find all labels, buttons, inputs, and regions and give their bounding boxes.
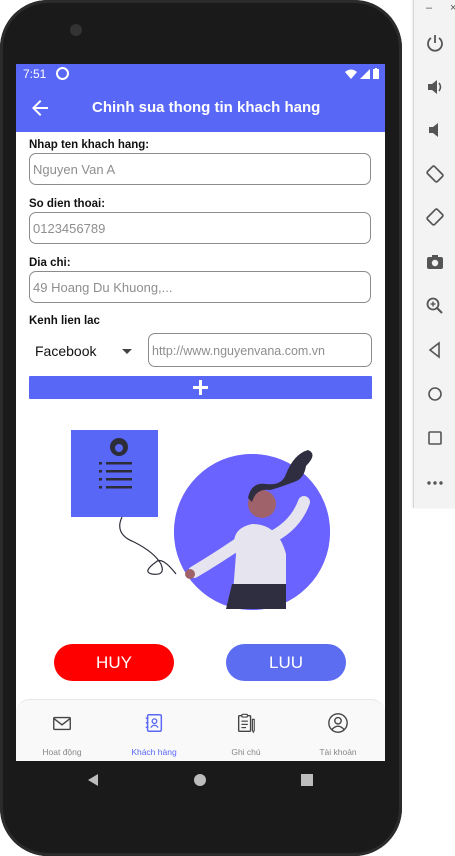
contact-illustration (71, 430, 330, 610)
data-saver-icon (56, 67, 69, 80)
page-title: Chinh sua thong tin khach hang (92, 99, 321, 116)
save-button[interactable]: LUU (226, 644, 346, 681)
url-field[interactable]: http://www.nguyenvana.com.vn (148, 333, 372, 367)
cancel-button[interactable]: HUY (54, 644, 174, 681)
address-label: Dia chi: (29, 257, 71, 269)
phone-field[interactable]: 0123456789 (29, 212, 371, 244)
channel-value: Facebook (35, 343, 97, 359)
nav-label-customers: Khách hàng (131, 747, 177, 757)
back-icon[interactable] (422, 337, 448, 363)
close-icon[interactable]: × (450, 2, 455, 14)
volume-up-icon[interactable] (422, 74, 448, 100)
nav-label-notes: Ghi chú (231, 747, 261, 757)
contact-book-icon (145, 714, 163, 732)
home-icon[interactable] (422, 381, 448, 407)
rotate-right-icon[interactable] (422, 204, 448, 230)
nav-item-account[interactable]: Tài khoản (292, 700, 384, 761)
overview-icon[interactable] (422, 425, 448, 451)
phone-frame: 7:51 Chinh sua thong tin khach hang Nhap… (0, 0, 402, 856)
bottom-navigation: Hoat động Khách hàng Ghi chú Tài khoản (16, 699, 385, 761)
clipboard-icon (237, 713, 255, 734)
app-screen: 7:51 Chinh sua thong tin khach hang Nhap… (16, 64, 385, 761)
contact-channel-label: Kenh lien lac (29, 315, 100, 327)
window-controls: – × (414, 2, 455, 18)
status-bar: 7:51 (16, 64, 385, 84)
system-home-icon[interactable] (193, 773, 207, 787)
signal-icon (360, 68, 370, 79)
name-label: Nhap ten khach hang: (29, 139, 150, 151)
status-time: 7:51 (23, 67, 47, 81)
minimize-icon[interactable]: – (426, 2, 432, 14)
status-icons (345, 68, 379, 79)
front-camera (70, 24, 82, 36)
app-bar: Chinh sua thong tin khach hang (16, 84, 385, 132)
system-recents-icon[interactable] (300, 773, 314, 787)
emulator-toolbar: – × (413, 0, 455, 508)
user-icon (328, 713, 348, 733)
chevron-down-icon (122, 349, 132, 354)
mail-icon (53, 716, 71, 731)
power-icon[interactable] (422, 30, 448, 56)
nav-label-account: Tài khoản (319, 747, 357, 757)
rotate-left-icon[interactable] (422, 161, 448, 187)
channel-dropdown[interactable]: Facebook (29, 336, 144, 364)
phone-label: So dien thoai: (29, 198, 106, 210)
nav-item-activity[interactable]: Hoat động (16, 700, 108, 761)
address-field[interactable]: 49 Hoang Du Khuong,... (29, 271, 371, 303)
battery-icon (373, 68, 379, 79)
nav-item-notes[interactable]: Ghi chú (200, 700, 292, 761)
system-navigation-bar (16, 761, 385, 801)
nav-item-customers[interactable]: Khách hàng (108, 700, 200, 761)
wifi-icon (345, 69, 357, 79)
nav-label-activity: Hoat động (42, 747, 82, 757)
system-back-icon[interactable] (86, 773, 100, 787)
add-contact-button[interactable] (29, 376, 372, 399)
camera-icon[interactable] (422, 249, 448, 275)
arrow-back-icon[interactable] (28, 96, 52, 120)
zoom-icon[interactable] (422, 293, 448, 319)
name-field[interactable]: Nguyen Van A (29, 153, 371, 185)
more-icon[interactable] (422, 470, 448, 496)
volume-down-icon[interactable] (422, 117, 448, 143)
